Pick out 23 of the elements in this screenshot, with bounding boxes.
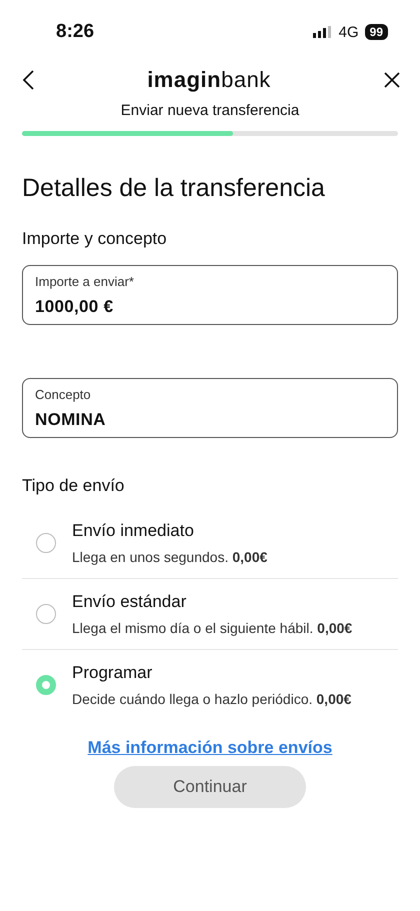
radio-button[interactable] [36,675,56,695]
option-description: Decide cuándo llega o hazlo periódico. 0,00€ [72,691,352,707]
page-title: Detalles de la transferencia [22,174,326,203]
radio-button[interactable] [36,604,56,624]
input-field[interactable]: Concepto NOMINA [22,378,398,438]
radio-button[interactable] [36,533,56,553]
option-description: Llega en unos segundos. 0,00€ [72,549,268,565]
section-heading: Importe y concepto [22,229,168,249]
option-title: Envío inmediato [72,521,195,541]
option-title: Programar [72,663,154,683]
input-field[interactable]: Importe a enviar* 1000,00 € [22,265,398,325]
option-description: Llega el mismo día o el siguiente hábil. 0,00€ [72,620,352,636]
logo: imaginbank [147,67,271,93]
back-icon[interactable] [22,70,34,90]
battery-level: 99 [364,24,388,40]
close-icon[interactable] [384,72,400,88]
screen-subtitle: Enviar nueva transferencia [120,102,300,119]
network-label: 4G [338,24,359,40]
status-time: 8:26 [56,21,94,43]
info-link[interactable]: Más información sobre envíos [0,738,420,758]
section-heading: Tipo de envío [22,476,126,496]
signal-icon [312,26,333,38]
option-title: Envío estándar [72,592,188,612]
